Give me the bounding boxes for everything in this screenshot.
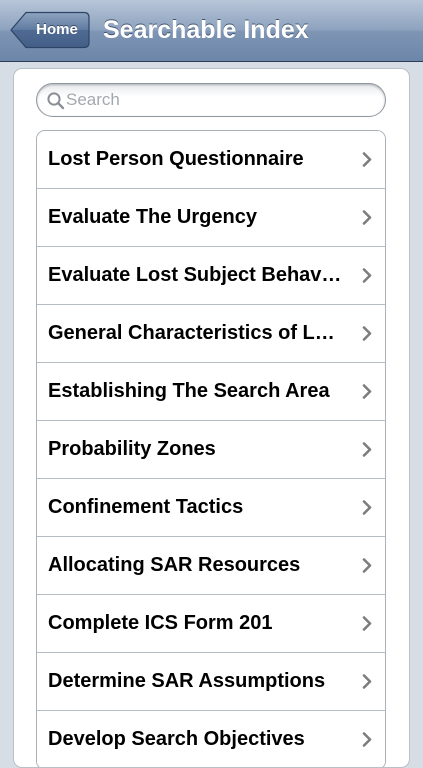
search-input[interactable] xyxy=(66,84,376,116)
index-list: Lost Person Questionnaire Evaluate The Ur… xyxy=(36,130,386,767)
chevron-right-icon xyxy=(362,210,372,225)
list-item-label: Develop Search Objectives xyxy=(48,728,305,750)
list-item-label: Allocating SAR Resources xyxy=(48,554,301,576)
list-item[interactable]: Develop Search Objectives xyxy=(37,711,385,767)
chevron-right-icon xyxy=(362,152,372,167)
chevron-right-icon xyxy=(362,674,372,689)
list-item-label: Establishing The Search Area xyxy=(48,380,330,402)
list-item[interactable]: Evaluate The Urgency xyxy=(37,189,385,247)
chevron-right-icon xyxy=(362,268,372,283)
list-item[interactable]: Evaluate Lost Subject Behavior xyxy=(37,247,385,305)
list-item-label: Probability Zones xyxy=(48,438,216,460)
list-item-label: Evaluate The Urgency xyxy=(48,206,257,228)
chevron-right-icon xyxy=(362,442,372,457)
list-item[interactable]: Complete ICS Form 201 xyxy=(37,595,385,653)
list-item[interactable]: Lost Person Questionnaire xyxy=(37,131,385,189)
search-icon xyxy=(47,92,65,110)
home-back-button[interactable]: Home xyxy=(10,11,90,49)
list-item[interactable]: Determine SAR Assumptions xyxy=(37,653,385,711)
chevron-right-icon xyxy=(362,500,372,515)
home-back-label: Home xyxy=(36,21,78,38)
chevron-right-icon xyxy=(362,558,372,573)
chevron-right-icon xyxy=(362,384,372,399)
list-item[interactable]: Probability Zones xyxy=(37,421,385,479)
navigation-bar: Home Searchable Index xyxy=(0,0,423,62)
list-item-label: General Characteristics of Lost Persons xyxy=(48,322,345,344)
list-item[interactable]: Confinement Tactics xyxy=(37,479,385,537)
list-item-label: Complete ICS Form 201 xyxy=(48,612,273,634)
list-item-label: Lost Person Questionnaire xyxy=(48,148,304,170)
page-title: Searchable Index xyxy=(103,16,309,44)
chevron-right-icon xyxy=(362,326,372,341)
list-item-label: Evaluate Lost Subject Behavior xyxy=(48,264,345,286)
list-item[interactable]: Establishing The Search Area xyxy=(37,363,385,421)
list-item-label: Confinement Tactics xyxy=(48,496,244,518)
list-item[interactable]: General Characteristics of Lost Persons xyxy=(37,305,385,363)
list-item-label: Determine SAR Assumptions xyxy=(48,670,326,692)
index-card: Lost Person Questionnaire Evaluate The Ur… xyxy=(13,68,410,768)
list-item[interactable]: Allocating SAR Resources xyxy=(37,537,385,595)
search-bar[interactable] xyxy=(36,83,386,117)
chevron-right-icon xyxy=(362,732,372,747)
chevron-right-icon xyxy=(362,616,372,631)
